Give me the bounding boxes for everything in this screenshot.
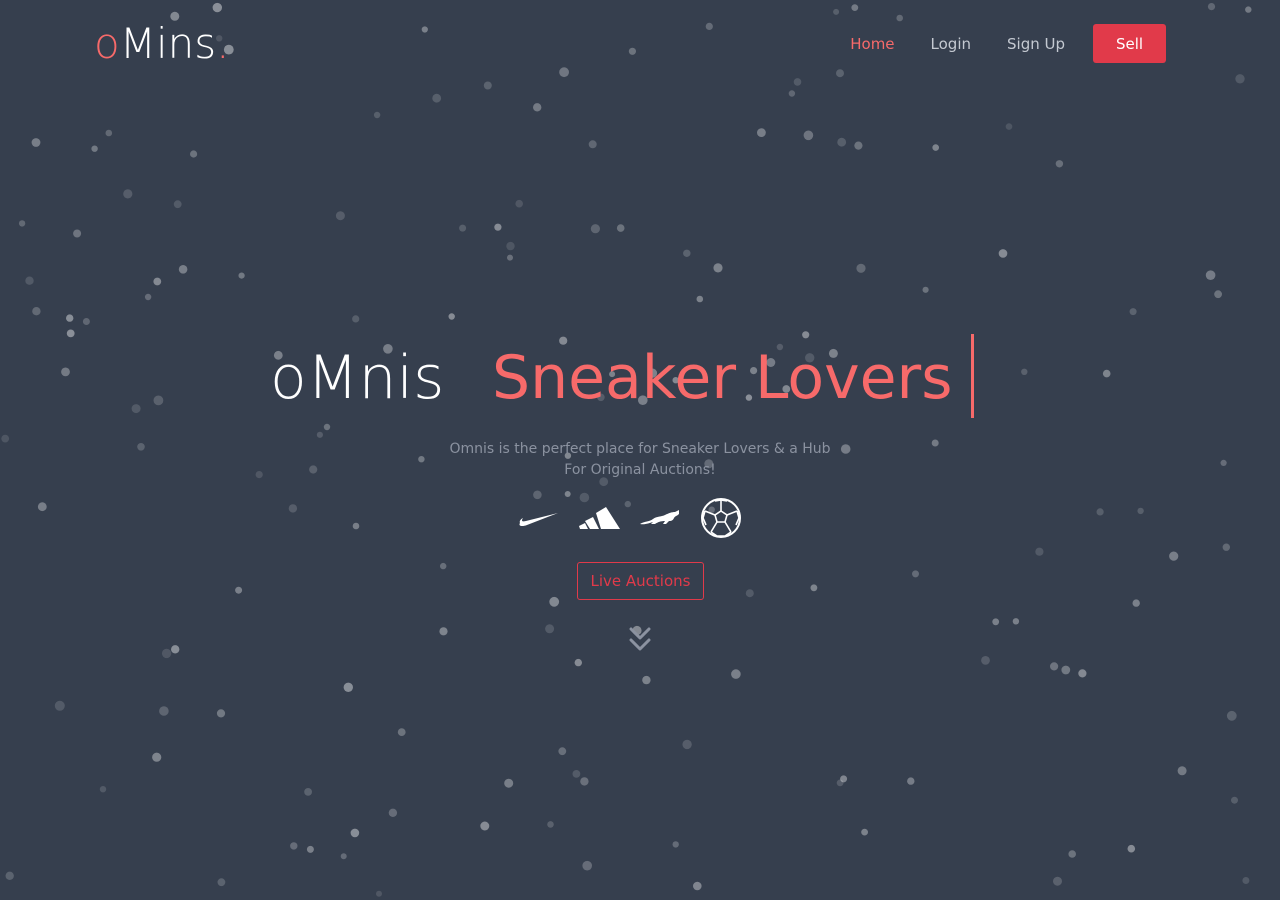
- sell-button[interactable]: Sell: [1093, 24, 1166, 63]
- nike-icon: [518, 497, 560, 539]
- soccer-ball-icon: [700, 497, 742, 539]
- chevrons-down-icon[interactable]: [627, 626, 653, 654]
- site-logo[interactable]: o Mins.: [94, 16, 229, 72]
- nav-login-link[interactable]: Login: [931, 35, 971, 53]
- nav-signup-link[interactable]: Sign Up: [1007, 35, 1065, 53]
- hero-description: Omnis is the perfect place for Sneaker L…: [440, 439, 840, 481]
- landing-page: o Mins. Home Login Sign Up Sell oMnis Sne…: [0, 0, 1280, 900]
- hero-tagline: Sneaker Lovers: [492, 343, 953, 413]
- live-auctions-button[interactable]: Live Auctions: [577, 562, 704, 600]
- logo-prefix: o: [94, 19, 120, 68]
- main-nav: Home Login Sign Up Sell: [814, 24, 1166, 63]
- hero-description-line-1: Omnis is the perfect place for Sneaker L…: [449, 441, 831, 457]
- typing-caret: [971, 334, 974, 418]
- hero-brand: oMnis: [270, 343, 445, 413]
- puma-icon: [639, 497, 681, 539]
- hero-title: oMnis Sneaker Lovers: [0, 334, 1280, 418]
- logo-main: Mins: [119, 19, 217, 68]
- nav-home-link[interactable]: Home: [850, 35, 894, 53]
- adidas-icon: [578, 497, 621, 539]
- brand-icons: [518, 497, 742, 539]
- hero-description-line-2: For Original Auctions!: [564, 462, 716, 478]
- logo-suffix: .: [216, 19, 230, 68]
